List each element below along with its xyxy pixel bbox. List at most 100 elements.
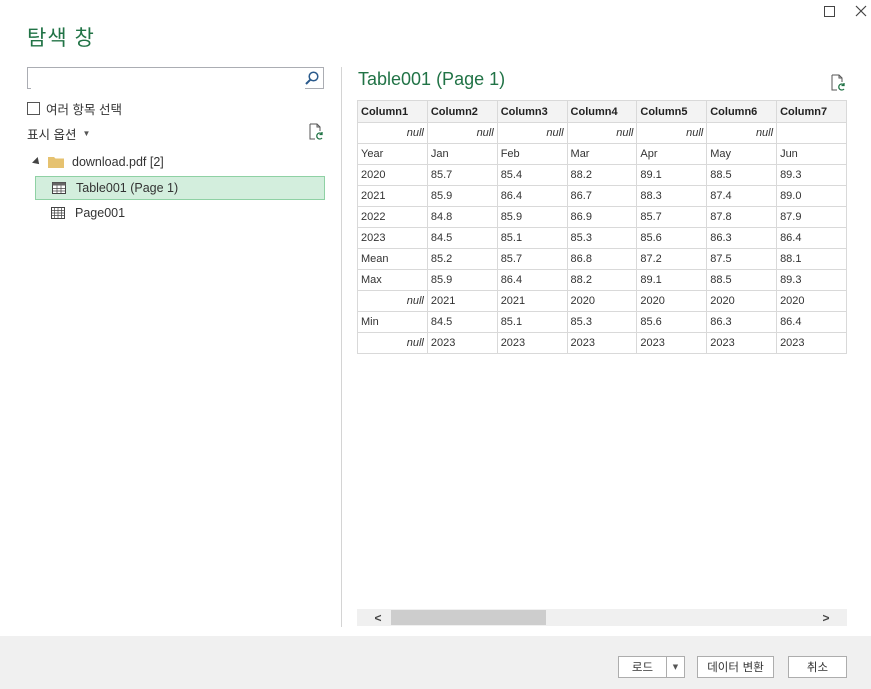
table-row: Min 84.5 85.1 85.3 85.6 86.3 86.4 bbox=[357, 311, 847, 333]
table-cell: 89.3 bbox=[776, 164, 847, 186]
table-cell: 85.9 bbox=[426, 185, 498, 207]
folder-name: download.pdf bbox=[72, 155, 147, 169]
column-header[interactable]: Column1 bbox=[357, 100, 428, 123]
table-cell: 89.0 bbox=[776, 185, 847, 207]
table-cell: 85.6 bbox=[636, 311, 708, 333]
tree-item-table001[interactable]: Table001 (Page 1) bbox=[35, 176, 325, 200]
table-cell: 85.3 bbox=[566, 227, 638, 249]
expand-triangle-icon[interactable] bbox=[32, 157, 42, 167]
refresh-icon[interactable] bbox=[307, 123, 325, 141]
search-box bbox=[27, 67, 324, 89]
preview-table: Column1 Column2 Column3 Column4 Column5 Colum… bbox=[357, 100, 847, 354]
close-button[interactable] bbox=[849, 0, 871, 22]
multi-select-label: 여러 항목 선택 bbox=[46, 103, 122, 117]
table-cell: 85.4 bbox=[496, 164, 568, 186]
table-cell: 2023 bbox=[426, 332, 498, 354]
table-cell: Max bbox=[357, 269, 428, 291]
maximize-button[interactable] bbox=[817, 0, 841, 22]
table-cell: 2021 bbox=[357, 185, 428, 207]
table-header-row: Column1 Column2 Column3 Column4 Column5 Colum… bbox=[357, 100, 847, 123]
table-row: 2022 84.8 85.9 86.9 85.7 87.8 87.9 bbox=[357, 206, 847, 228]
table-cell: null bbox=[357, 290, 428, 312]
search-input[interactable] bbox=[31, 69, 305, 89]
scrollbar-thumb[interactable] bbox=[391, 610, 546, 625]
table-cell: 2021 bbox=[426, 290, 498, 312]
checkbox-icon bbox=[27, 102, 40, 115]
display-options-label: 표시 옵션 bbox=[27, 128, 77, 142]
scroll-left-icon[interactable]: < bbox=[369, 609, 387, 626]
panel-divider bbox=[341, 67, 342, 627]
table-cell: 86.4 bbox=[776, 311, 847, 333]
table-row: 2020 85.7 85.4 88.2 89.1 88.5 89.3 bbox=[357, 164, 847, 186]
table-cell: 85.7 bbox=[426, 164, 498, 186]
table-cell: 85.6 bbox=[636, 227, 708, 249]
table-cell: null bbox=[426, 122, 498, 144]
table-cell bbox=[776, 122, 847, 144]
table-cell: 84.5 bbox=[426, 227, 498, 249]
table-cell: 85.7 bbox=[636, 206, 708, 228]
table-cell: 85.7 bbox=[496, 248, 568, 270]
table-row: 2023 84.5 85.1 85.3 85.6 86.3 86.4 bbox=[357, 227, 847, 249]
table-cell: Apr bbox=[636, 143, 708, 165]
page-grid-icon bbox=[51, 207, 65, 219]
preview-title: Table001 (Page 1) bbox=[358, 69, 506, 89]
table-cell: 87.8 bbox=[706, 206, 778, 228]
table-cell: 85.2 bbox=[426, 248, 498, 270]
table-cell: 2023 bbox=[636, 332, 708, 354]
load-dropdown-button[interactable]: ▼ bbox=[666, 656, 685, 678]
table-row: Max 85.9 86.4 88.2 89.1 88.5 89.3 bbox=[357, 269, 847, 291]
table-cell: null bbox=[357, 332, 428, 354]
table-row: null 2023 2023 2023 2023 2023 2023 bbox=[357, 332, 847, 354]
table-cell: 87.4 bbox=[706, 185, 778, 207]
table-cell: 86.4 bbox=[496, 269, 568, 291]
column-header[interactable]: Column4 bbox=[566, 100, 638, 123]
table-cell: 2023 bbox=[496, 332, 568, 354]
tree-folder-download[interactable]: download.pdf [2] bbox=[32, 155, 164, 169]
table-cell: 85.1 bbox=[496, 227, 568, 249]
table-cell: 89.3 bbox=[776, 269, 847, 291]
table-row: null null null null null null bbox=[357, 122, 847, 144]
table-cell: 84.8 bbox=[426, 206, 498, 228]
table-cell: 85.3 bbox=[566, 311, 638, 333]
column-header[interactable]: Column7 bbox=[776, 100, 847, 123]
column-header[interactable]: Column6 bbox=[706, 100, 778, 123]
table-cell: 88.2 bbox=[566, 269, 638, 291]
tree-item-page001[interactable]: Page001 bbox=[35, 201, 325, 225]
folder-count: [2] bbox=[149, 155, 164, 169]
table-cell: 88.5 bbox=[706, 164, 778, 186]
refresh-preview-icon[interactable] bbox=[829, 74, 847, 92]
table-cell: Jan bbox=[426, 143, 498, 165]
caret-down-icon: ▼ bbox=[672, 663, 679, 671]
tree-item-label: Table001 (Page 1) bbox=[76, 181, 179, 195]
cancel-button[interactable]: 취소 bbox=[788, 656, 847, 678]
scroll-right-icon[interactable]: > bbox=[817, 609, 835, 626]
table-cell: 89.1 bbox=[636, 164, 708, 186]
display-options-dropdown[interactable]: 표시 옵션 ▼ bbox=[27, 124, 90, 143]
table-cell: 2020 bbox=[776, 290, 847, 312]
table-cell: 2021 bbox=[496, 290, 568, 312]
column-header[interactable]: Column3 bbox=[496, 100, 568, 123]
table-cell: 2023 bbox=[776, 332, 847, 354]
multi-select-checkbox[interactable]: 여러 항목 선택 bbox=[27, 99, 122, 118]
table-cell: 2020 bbox=[706, 290, 778, 312]
load-button[interactable]: 로드 bbox=[618, 656, 667, 678]
horizontal-scrollbar[interactable]: < > bbox=[357, 609, 847, 626]
table-cell: null bbox=[706, 122, 778, 144]
table-cell: 86.4 bbox=[496, 185, 568, 207]
table-cell: Feb bbox=[496, 143, 568, 165]
tree-item-label: Page001 bbox=[75, 206, 126, 220]
table-cell: 2023 bbox=[706, 332, 778, 354]
column-header[interactable]: Column2 bbox=[426, 100, 498, 123]
search-icon[interactable] bbox=[304, 70, 320, 86]
table-cell: 2023 bbox=[566, 332, 638, 354]
table-cell: 2023 bbox=[357, 227, 428, 249]
transform-data-button[interactable]: 데이터 변환 bbox=[697, 656, 774, 678]
table-cell: null bbox=[636, 122, 708, 144]
table-cell: Year bbox=[357, 143, 428, 165]
table-cell: Min bbox=[357, 311, 428, 333]
table-cell: 89.1 bbox=[636, 269, 708, 291]
column-header[interactable]: Column5 bbox=[636, 100, 708, 123]
table-cell: 86.7 bbox=[566, 185, 638, 207]
table-row: 2021 85.9 86.4 86.7 88.3 87.4 89.0 bbox=[357, 185, 847, 207]
table-cell: 88.2 bbox=[566, 164, 638, 186]
